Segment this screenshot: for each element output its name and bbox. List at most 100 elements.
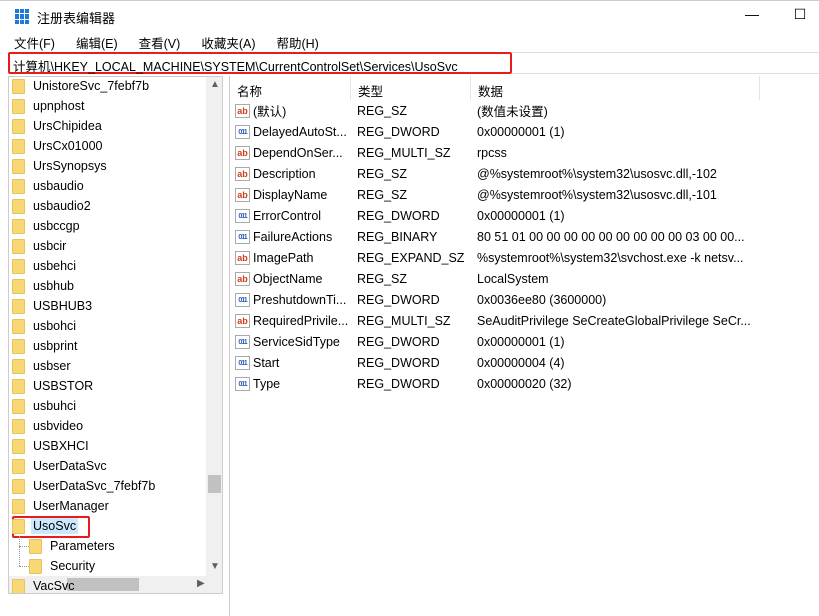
menu-item[interactable]: 文件(F) <box>0 30 62 51</box>
value-row[interactable]: ab DisplayName REG_SZ @%systemroot%\system3… <box>230 184 717 205</box>
tree-item[interactable]: VacSvc <box>12 576 76 593</box>
tree-item[interactable]: usbvideo <box>12 416 85 436</box>
address-bar[interactable]: 计算机\HKEY_LOCAL_MACHINE\SYSTEM\CurrentCon… <box>8 52 512 74</box>
binary-value-icon: 011 <box>235 355 250 370</box>
regedit-icon <box>15 9 30 24</box>
tree-item[interactable]: usbcir <box>12 236 68 256</box>
tree-item-label: usbprint <box>33 339 78 353</box>
tree-item-label: usbhub <box>33 279 75 293</box>
folder-icon <box>12 118 25 134</box>
string-value-icon: ab <box>235 250 250 265</box>
tree-item[interactable]: usbhub <box>12 276 76 296</box>
tree-item[interactable]: UsoSvc <box>12 516 79 536</box>
tree-item[interactable]: USBXHCI <box>12 436 91 456</box>
folder-icon <box>29 558 42 574</box>
value-type: REG_DWORD <box>357 208 440 223</box>
binary-value-icon: 011 <box>235 376 250 391</box>
scroll-right-icon[interactable]: ▶ <box>197 578 205 589</box>
tree-item[interactable]: usbaudio2 <box>12 196 93 216</box>
tree-item[interactable]: usbprint <box>12 336 79 356</box>
tree-item[interactable]: USBHUB3 <box>12 296 94 316</box>
tree-item[interactable]: usbohci <box>12 316 78 336</box>
tree-item-label: UserManager <box>33 499 109 513</box>
value-name: PreshutdownTi... <box>253 292 347 307</box>
scroll-up-icon[interactable]: ▲ <box>210 79 220 90</box>
value-row[interactable]: ab Description REG_SZ @%systemroot%\system3… <box>230 163 717 184</box>
tree-item-label: USBHUB3 <box>33 299 93 313</box>
menu-item[interactable]: 收藏夹(A) <box>187 30 262 51</box>
string-value-icon: ab <box>235 145 250 160</box>
tree-item[interactable]: UnistoreSvc_7febf7b <box>12 77 151 96</box>
tree-item-label: UsoSvc <box>31 518 79 534</box>
value-row[interactable]: 011 ServiceSidType REG_DWORD 0x00000001 (1) <box>230 331 565 352</box>
value-row[interactable]: ab ObjectName REG_SZ LocalSystem <box>230 268 549 289</box>
value-row[interactable]: 011 ErrorControl REG_DWORD 0x00000001 (1) <box>230 205 565 226</box>
maximize-button[interactable]: ☐ <box>785 6 815 26</box>
binary-value-icon: 011 <box>235 334 250 349</box>
tree-item[interactable]: USBSTOR <box>12 376 95 396</box>
tree-item-label: usbuhci <box>33 399 77 413</box>
value-data: rpcss <box>477 145 507 160</box>
value-row[interactable]: 011 FailureActions REG_BINARY 80 51 01 00 0… <box>230 226 745 247</box>
tree-item-label: upnphost <box>33 99 85 113</box>
scroll-down-icon[interactable]: ▼ <box>210 561 220 572</box>
address-bar-extension[interactable] <box>512 52 819 74</box>
menu-item[interactable]: 查看(V) <box>125 30 188 51</box>
tree-item[interactable]: usbser <box>12 356 73 376</box>
tree-connector <box>19 536 20 566</box>
value-row[interactable]: ab RequiredPrivile... REG_MULTI_SZ SeAuditP… <box>230 310 751 331</box>
tree-item[interactable]: UserDataSvc <box>12 456 109 476</box>
tree-item[interactable]: usbaudio <box>12 176 86 196</box>
value-data: 0x00000001 (1) <box>477 334 565 349</box>
value-row[interactable]: ab (默认) REG_SZ (数值未设置) <box>230 100 548 121</box>
tree-vscroll-thumb[interactable] <box>208 475 221 493</box>
tree-item[interactable]: usbuhci <box>12 396 78 416</box>
tree-item-label: USBSTOR <box>33 379 94 393</box>
string-value-icon: ab <box>235 187 250 202</box>
tree-item[interactable]: Parameters <box>29 536 117 556</box>
value-row[interactable]: ab ImagePath REG_EXPAND_SZ %systemroot%\sys… <box>230 247 744 268</box>
key-tree: ▲ ▼ ◀ ▶ UnistoreSvc_7febf7bupnphostUrsCh… <box>8 76 223 594</box>
tree-item[interactable]: UserManager <box>12 496 111 516</box>
tree-connector <box>19 566 29 567</box>
tree-hscroll-thumb[interactable] <box>67 578 139 591</box>
string-value-icon: ab <box>235 313 250 328</box>
folder-icon <box>12 318 25 334</box>
tree-item[interactable]: usbccgp <box>12 216 82 236</box>
tree-item-label: usbaudio <box>33 179 84 193</box>
tree-item[interactable]: usbehci <box>12 256 78 276</box>
menu-item[interactable]: 编辑(E) <box>62 30 125 51</box>
tree-item[interactable]: Security <box>29 556 97 576</box>
value-data: 80 51 01 00 00 00 00 00 00 00 00 00 03 0… <box>477 229 745 244</box>
minimize-button[interactable]: — <box>737 6 767 26</box>
tree-item[interactable]: UrsSynopsys <box>12 156 109 176</box>
value-row[interactable]: 011 Type REG_DWORD 0x00000020 (32) <box>230 373 572 394</box>
tree-item-label: UrsChipidea <box>33 119 102 133</box>
value-row[interactable]: 011 PreshutdownTi... REG_DWORD 0x0036ee80 (… <box>230 289 606 310</box>
tree-item[interactable]: UrsCx01000 <box>12 136 104 156</box>
value-row[interactable]: ab DependOnSer... REG_MULTI_SZ rpcss <box>230 142 507 163</box>
column-data[interactable]: 数据 <box>471 76 760 100</box>
value-row[interactable]: 011 DelayedAutoSt... REG_DWORD 0x00000001 (… <box>230 121 565 142</box>
tree-item-label: usbcir <box>33 239 67 253</box>
tree-item[interactable]: UrsChipidea <box>12 116 104 136</box>
folder-icon <box>12 498 25 514</box>
values-list: 名称 类型 数据 ab (默认) REG_SZ (数值未设置) 011 DelayedAu… <box>229 76 819 616</box>
menu-item[interactable]: 帮助(H) <box>262 30 325 51</box>
value-row[interactable]: 011 Start REG_DWORD 0x00000004 (4) <box>230 352 565 373</box>
tree-item-label: Security <box>50 559 96 573</box>
value-data: (数值未设置) <box>477 105 548 119</box>
menu-bar: 文件(F) 编辑(E) 查看(V) 收藏夹(A) 帮助(H) <box>0 30 326 51</box>
value-name: (默认) <box>253 105 287 119</box>
column-type[interactable]: 类型 <box>351 76 471 100</box>
folder-icon <box>12 458 25 474</box>
tree-item-label: USBXHCI <box>33 439 89 453</box>
value-name: Start <box>253 355 280 370</box>
folder-icon <box>12 438 25 454</box>
value-name: ServiceSidType <box>253 334 340 349</box>
column-name[interactable]: 名称 <box>230 76 351 100</box>
tree-vertical-scrollbar[interactable]: ▲ ▼ <box>206 77 222 576</box>
tree-item[interactable]: upnphost <box>12 96 86 116</box>
tree-item[interactable]: UserDataSvc_7febf7b <box>12 476 157 496</box>
folder-icon <box>12 478 25 494</box>
